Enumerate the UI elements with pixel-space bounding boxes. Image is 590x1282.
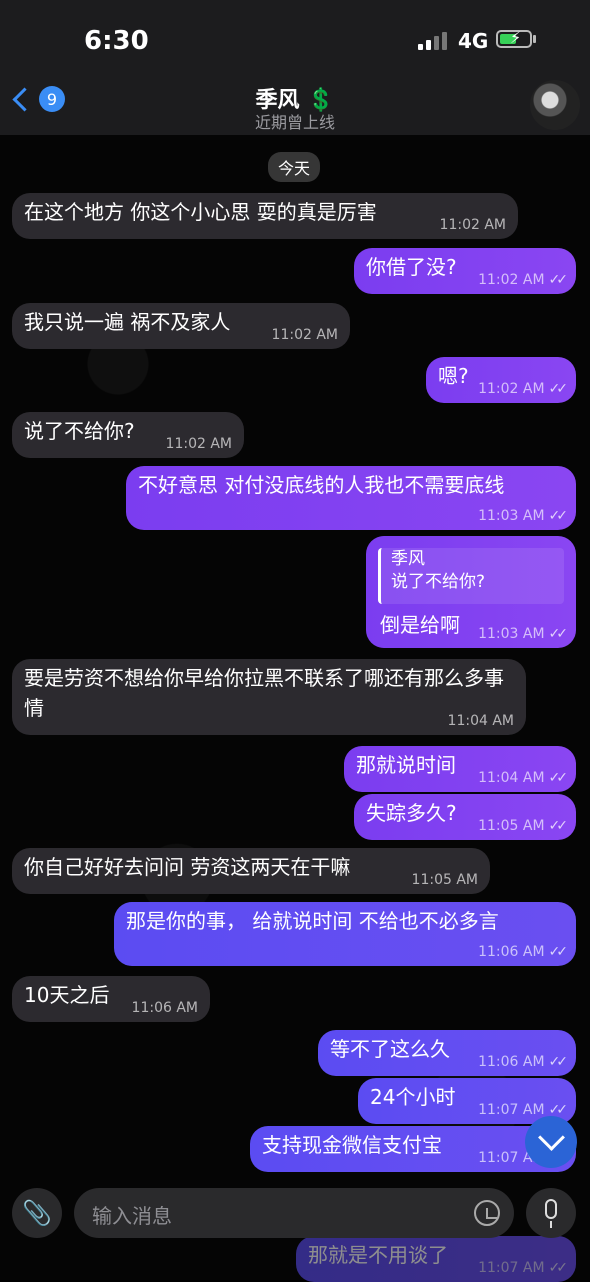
double-check-icon: ✓✓: [548, 508, 569, 524]
message-time: 11:02 AM: [478, 272, 545, 288]
status-time: 6:30: [84, 26, 149, 56]
chat-header: 9 季风 💲 近期曾上线: [0, 80, 590, 135]
reply-author: 季风: [391, 549, 425, 569]
message-time: 11:02 AM: [439, 217, 506, 233]
scroll-down-button[interactable]: [525, 1116, 577, 1168]
double-check-icon: ✓✓: [548, 381, 569, 397]
mic-icon: [545, 1199, 557, 1219]
message-text: 要是劳资不想给你早给你拉黑不联系了哪还有那么多事情: [24, 666, 504, 720]
voice-button[interactable]: [526, 1188, 576, 1238]
sticker-icon[interactable]: [474, 1200, 500, 1226]
double-check-icon: ✓✓: [548, 818, 569, 834]
message-bubble[interactable]: 等不了这么久 11:06 AM ✓✓: [318, 1030, 576, 1076]
message-bubble[interactable]: 我只说一遍 祸不及家人 11:02 AM: [12, 303, 350, 349]
double-check-icon: ✓✓: [548, 944, 569, 960]
message-text: 不好意思 对付没底线的人我也不需要底线: [138, 473, 505, 497]
message-time: 11:02 AM: [478, 381, 545, 397]
date-separator: 今天: [268, 152, 321, 182]
attach-icon: 📎: [22, 1199, 52, 1227]
signal-icon: [418, 32, 448, 50]
input-placeholder: 输入消息: [92, 1204, 172, 1228]
status-bar: 6:30 4G ⚡: [0, 0, 590, 80]
message-time: 11:03 AM: [478, 508, 545, 524]
chat-status: 近期曾上线: [254, 113, 335, 132]
message-text: 24个小时: [370, 1085, 456, 1109]
message-time: 11:07 AM: [478, 1102, 545, 1118]
message-time: 11:06 AM: [478, 944, 545, 960]
message-bubble[interactable]: 失踪多久? 11:05 AM ✓✓: [354, 794, 576, 840]
attach-button[interactable]: 📎: [12, 1188, 62, 1238]
message-text: 支持现金微信支付宝: [262, 1133, 442, 1157]
scroll-down-icon: [538, 1124, 565, 1151]
message-bubble[interactable]: 不好意思 对付没底线的人我也不需要底线 11:03 AM ✓✓: [126, 466, 576, 530]
message-text: 你借了没?: [366, 255, 457, 279]
double-check-icon: ✓✓: [548, 1054, 569, 1070]
message-input-bar: 📎 输入消息: [0, 1178, 590, 1280]
message-time: 11:04 AM: [478, 770, 545, 786]
message-bubble[interactable]: 10天之后 11:06 AM: [12, 976, 210, 1022]
message-time: 11:06 AM: [478, 1054, 545, 1070]
double-check-icon: ✓✓: [548, 770, 569, 786]
message-bubble[interactable]: 说了不给你? 11:02 AM: [12, 412, 244, 458]
message-time: 11:06 AM: [131, 1000, 198, 1016]
message-bubble[interactable]: 那是你的事， 给就说时间 不给也不必多言 11:06 AM ✓✓: [114, 902, 576, 966]
message-time: 11:05 AM: [411, 872, 478, 888]
double-check-icon: ✓✓: [548, 626, 569, 642]
message-time: 11:05 AM: [478, 818, 545, 834]
message-bubble[interactable]: 在这个地方 你这个小心思 耍的真是厉害 11:02 AM: [12, 193, 518, 239]
network-label: 4G: [458, 29, 489, 53]
message-text: 嗯?: [438, 364, 469, 388]
message-bubble[interactable]: 你借了没? 11:02 AM ✓✓: [354, 248, 576, 294]
message-bubble[interactable]: 要是劳资不想给你早给你拉黑不联系了哪还有那么多事情 11:04 AM: [12, 659, 526, 735]
message-bubble[interactable]: 嗯? 11:02 AM ✓✓: [426, 357, 576, 403]
message-input[interactable]: 输入消息: [74, 1188, 514, 1238]
message-bubble[interactable]: 那就说时间 11:04 AM ✓✓: [344, 746, 576, 792]
message-text: 失踪多久?: [366, 801, 457, 825]
message-text: 那是你的事， 给就说时间 不给也不必多言: [126, 909, 499, 933]
message-text: 等不了这么久: [330, 1037, 450, 1061]
mic-stand: [550, 1221, 552, 1228]
message-bubble[interactable]: 你自己好好去问问 劳资这两天在干嘛 11:05 AM: [12, 848, 490, 894]
message-time: 11:02 AM: [271, 327, 338, 343]
battery-icon: ⚡: [496, 28, 532, 48]
avatar[interactable]: [530, 80, 580, 130]
reply-text: 说了不给你?: [391, 572, 486, 592]
message-time: 11:02 AM: [165, 436, 232, 452]
message-time: 11:03 AM: [478, 626, 545, 642]
message-text: 说了不给你?: [24, 419, 135, 443]
reply-message-bubble[interactable]: 季风 说了不给你? 倒是给啊 11:03 AM ✓✓: [366, 536, 576, 648]
message-text: 倒是给啊: [380, 613, 460, 637]
message-time: 11:04 AM: [447, 713, 514, 729]
message-text: 10天之后: [24, 983, 110, 1007]
message-text: 我只说一遍 祸不及家人: [24, 310, 231, 334]
battery-nub: [533, 35, 536, 43]
double-check-icon: ✓✓: [548, 272, 569, 288]
message-text: 在这个地方 你这个小心思 耍的真是厉害: [24, 200, 377, 224]
message-text: 那就说时间: [356, 753, 456, 777]
message-text: 你自己好好去问问 劳资这两天在干嘛: [24, 855, 351, 879]
reply-quote[interactable]: 季风 说了不给你?: [378, 548, 564, 604]
